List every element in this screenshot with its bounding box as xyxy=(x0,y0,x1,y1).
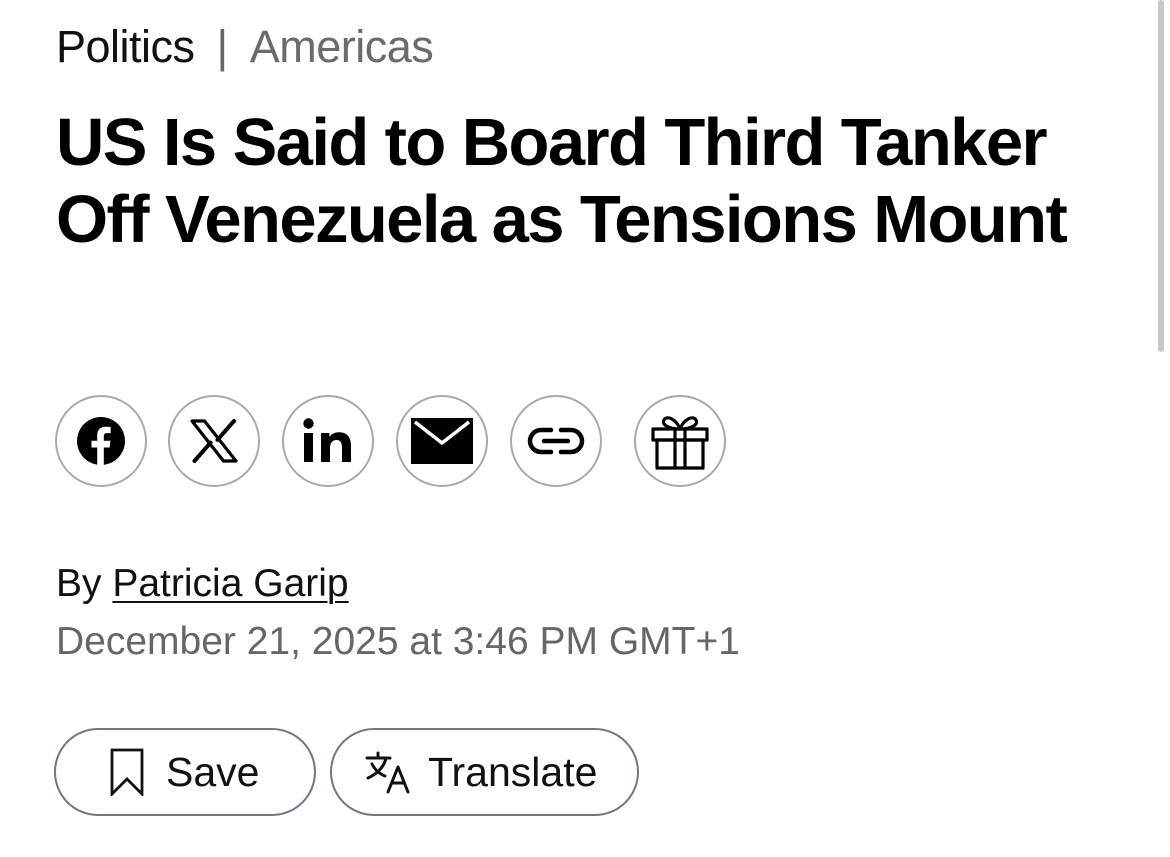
translate-icon xyxy=(365,751,410,794)
share-email-button[interactable] xyxy=(396,395,488,487)
gift-article-button[interactable] xyxy=(634,395,726,487)
facebook-icon xyxy=(77,417,125,465)
breadcrumb-region-link[interactable]: Americas xyxy=(250,20,434,74)
link-icon xyxy=(527,427,585,455)
gift-icon xyxy=(651,416,709,470)
publish-timestamp: December 21, 2025 at 3:46 PM GMT+1 xyxy=(56,620,740,663)
x-icon xyxy=(190,419,238,463)
share-copy-link-button[interactable] xyxy=(510,395,602,487)
linkedin-icon xyxy=(303,418,351,462)
translate-label: Translate xyxy=(428,748,598,795)
breadcrumb: Politics | Americas xyxy=(56,20,434,74)
translate-button[interactable]: Translate xyxy=(330,728,639,816)
breadcrumb-separator: | xyxy=(216,21,229,72)
article-headline: US Is Said to Board Third Tanker Off Ven… xyxy=(56,105,1068,257)
byline-prefix: By xyxy=(56,562,102,605)
scrollbar[interactable] xyxy=(1158,0,1164,352)
share-x-button[interactable] xyxy=(168,395,260,487)
save-label: Save xyxy=(166,748,260,795)
bookmark-icon xyxy=(110,748,144,796)
share-facebook-button[interactable] xyxy=(55,395,147,487)
save-button[interactable]: Save xyxy=(54,728,316,816)
breadcrumb-section-link[interactable]: Politics xyxy=(56,20,195,74)
byline: By Patricia Garip xyxy=(56,560,349,608)
email-icon xyxy=(411,418,473,464)
share-linkedin-button[interactable] xyxy=(282,395,374,487)
author-link[interactable]: Patricia Garip xyxy=(112,562,348,605)
